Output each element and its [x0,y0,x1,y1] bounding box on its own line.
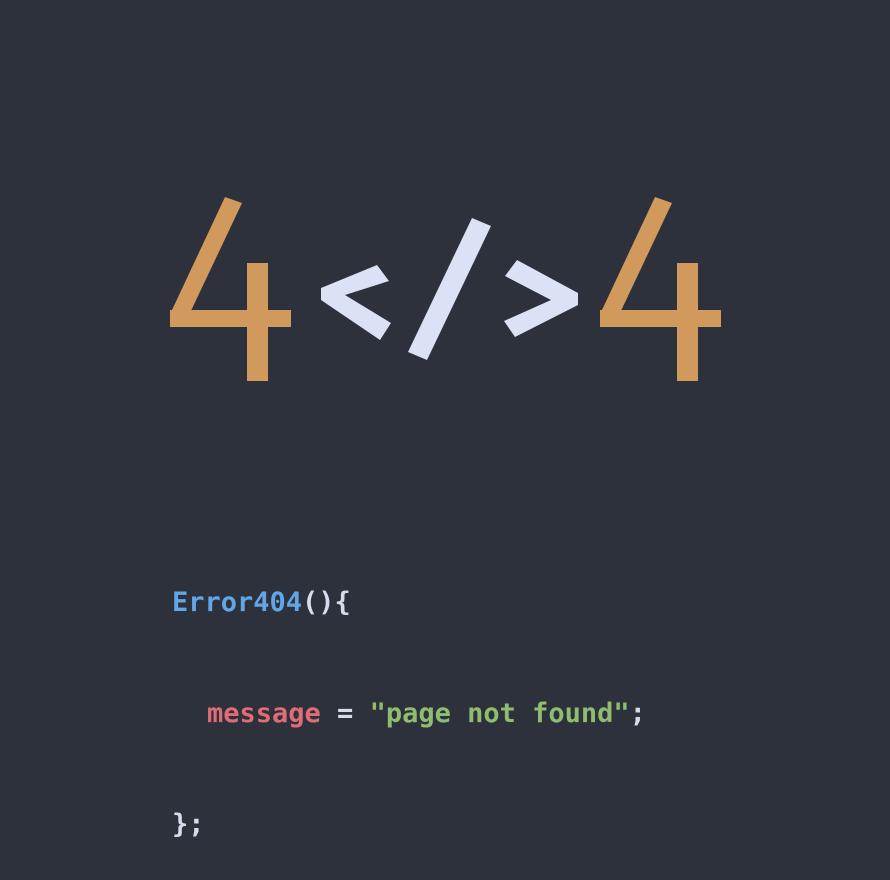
greater-than-glyph [504,260,578,337]
parens-brace: (){ [302,587,351,618]
code-line-1: Error404(){ [172,584,646,621]
property-name: message [207,698,321,729]
error-404-illustration [170,197,721,381]
less-than-glyph [321,265,391,340]
assignment-operator: = [320,698,370,729]
code-snippet: Error404(){ message = "page not found"; … [172,510,646,880]
string-value: "page not found" [369,698,630,729]
right-digit-four [600,197,721,381]
hero-left-digit-text: 4 [0,0,1,1]
left-digit-four [170,197,291,381]
statement-semicolon: ; [629,698,646,729]
code-line-2: message = "page not found"; [172,695,646,732]
slash-glyph [408,218,491,360]
closing-brace: }; [172,809,205,840]
code-line-3: }; [172,806,646,843]
function-name: Error404 [172,587,303,618]
error-404-graphic [165,190,730,390]
